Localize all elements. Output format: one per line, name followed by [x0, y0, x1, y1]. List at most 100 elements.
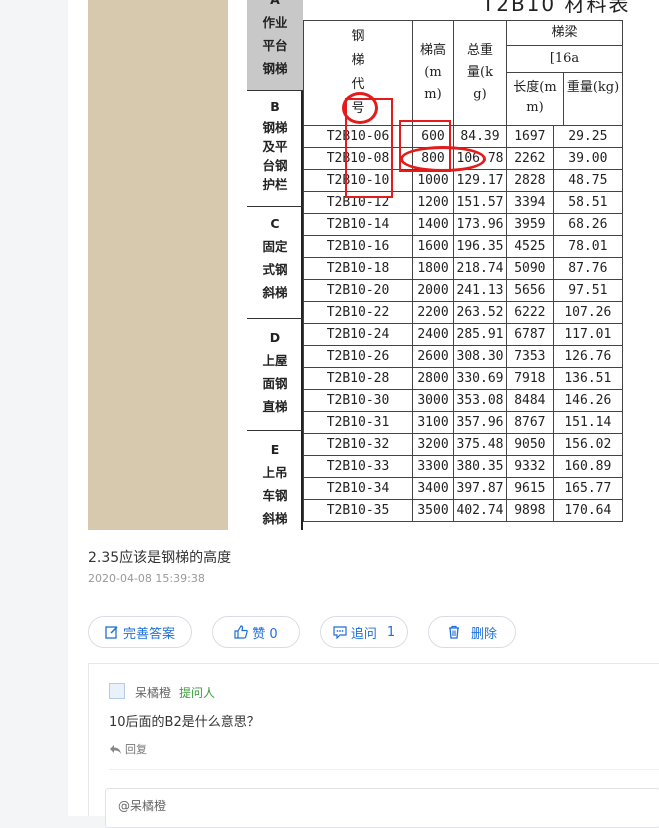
- table-cell: 136.51: [552, 367, 624, 390]
- table-cell: 156.02: [552, 433, 624, 456]
- improve-answer-button[interactable]: 完善答案: [88, 616, 192, 648]
- table-cell: 5090: [506, 257, 554, 280]
- like-button[interactable]: 赞 0: [212, 616, 300, 648]
- category-line: 车钢: [262, 488, 288, 503]
- table-cell: 3000: [412, 389, 454, 412]
- category-d: D 上屋 面钢 直梯: [247, 326, 303, 418]
- table-cell: 2400: [412, 323, 454, 346]
- table-cell: T2B10-24: [303, 323, 413, 346]
- table-cell: T2B10-16: [303, 235, 413, 258]
- table-cell: 8767: [506, 411, 554, 434]
- header-beam-text: 梯梁: [551, 25, 578, 40]
- category-a: A 作业 平台 钢梯: [247, 0, 303, 90]
- table-cell: 3500: [412, 499, 454, 522]
- table-cell: 68.26: [552, 213, 624, 236]
- reply-link[interactable]: 回复: [109, 741, 147, 757]
- table-cell: 1200: [412, 191, 454, 214]
- table-cell: T2B10-22: [303, 301, 413, 324]
- followup-button[interactable]: 追问 1: [320, 616, 408, 648]
- like-label: 赞 0: [252, 626, 278, 642]
- table-cell: 380.35: [453, 455, 507, 478]
- table-cell: 196.35: [453, 235, 507, 258]
- left-gutter: [0, 0, 68, 816]
- table-cell: 285.91: [453, 323, 507, 346]
- table-cell: 146.26: [552, 389, 624, 412]
- category-line: 面钢: [262, 376, 288, 391]
- table-row: T2B10-22 2200 263.52 6222 107.26: [303, 301, 624, 324]
- thumbs-up-icon: [234, 625, 249, 639]
- answer-image[interactable]: T2B10 材料表 A 作业 平台 钢梯 B 钢梯 及平 台钢 护栏 C 固定 …: [88, 0, 659, 530]
- reply-input[interactable]: @呆橘橙: [105, 788, 659, 828]
- table-cell: 170.64: [552, 499, 624, 522]
- reply-label: 回复: [125, 743, 147, 756]
- delete-button[interactable]: 删除: [428, 616, 516, 648]
- table-cell: 9332: [506, 455, 554, 478]
- header-beam: 梯梁: [506, 20, 623, 46]
- category-letter: D: [269, 330, 281, 345]
- table-row: T2B10-35 3500 402.74 9898 170.64: [303, 499, 624, 522]
- table-cell: T2B10-31: [303, 411, 413, 434]
- category-line: 台钢: [262, 158, 288, 173]
- table-cell: T2B10-26: [303, 345, 413, 368]
- category-separator: [247, 90, 303, 91]
- table-cell: 173.96: [453, 213, 507, 236]
- table-row: T2B10-16 1600 196.35 4525 78.01: [303, 235, 624, 258]
- table-cell: 58.51: [552, 191, 624, 214]
- edit-icon: [105, 626, 118, 639]
- category-line: 护栏: [262, 177, 288, 192]
- table-cell: 129.17: [453, 169, 507, 192]
- category-separator: [247, 430, 303, 431]
- table-cell: 3394: [506, 191, 554, 214]
- header-weight-text: 总重量(kg): [467, 43, 494, 102]
- comment-thread: 呆橘橙 提问人 10后面的B2是什么意思？ 回复 @呆橘橙: [88, 663, 659, 828]
- table-cell: 1600: [412, 235, 454, 258]
- table-cell: 397.87: [453, 477, 507, 500]
- table-cell: 3959: [506, 213, 554, 236]
- table-cell: 9050: [506, 433, 554, 456]
- table-row: T2B10-20 2000 241.13 5656 97.51: [303, 279, 624, 302]
- table-cell: 151.14: [552, 411, 624, 434]
- followup-label: 追问: [350, 626, 377, 642]
- table-cell: 107.26: [552, 301, 624, 324]
- improve-answer-label: 完善答案: [122, 626, 175, 642]
- header-length: 长度(mm): [507, 73, 564, 125]
- category-letter: A: [247, 0, 303, 11]
- table-cell: 160.89: [552, 455, 624, 478]
- category-line: 上吊: [262, 465, 288, 480]
- table-cell: 263.52: [453, 301, 507, 324]
- table-cell: 165.77: [552, 477, 624, 500]
- table-cell: T2B10-28: [303, 367, 413, 390]
- answer-timestamp: 2020-04-08 15:39:38: [88, 572, 205, 585]
- table-row: T2B10-30 3000 353.08 8484 146.26: [303, 389, 624, 412]
- table-cell: 29.25: [552, 125, 624, 148]
- table-cell: 330.69: [453, 367, 507, 390]
- header-beam-sub: [16a 长度(mm) 重量(kg): [506, 45, 623, 126]
- table-cell: 6222: [506, 301, 554, 324]
- table-cell: 117.01: [552, 323, 624, 346]
- table-cell: 1697: [506, 125, 554, 148]
- header-beam-weight: 重量(kg): [566, 80, 620, 95]
- table-cell: T2B10-20: [303, 279, 413, 302]
- category-letter: B: [270, 99, 280, 114]
- category-separator: [247, 318, 303, 319]
- comment-text: 10后面的B2是什么意思？: [109, 715, 260, 730]
- table-cell: T2B10-33: [303, 455, 413, 478]
- table-cell: 151.57: [453, 191, 507, 214]
- followup-count: 1: [386, 624, 396, 640]
- category-line: 式钢: [262, 262, 288, 277]
- category-line: 固定: [262, 239, 288, 254]
- image-background-left: [88, 0, 228, 530]
- comment-username[interactable]: 呆橘橙: [135, 684, 171, 701]
- table-cell: 3400: [412, 477, 454, 500]
- table-cell: 4525: [506, 235, 554, 258]
- category-b: B 钢梯 及平 台钢 护栏: [247, 95, 303, 194]
- avatar[interactable]: [109, 683, 125, 699]
- category-line: 作业: [262, 15, 288, 30]
- table-cell: 7918: [506, 367, 554, 390]
- category-letter: C: [270, 216, 280, 231]
- table-cell: 3300: [412, 455, 454, 478]
- table-cell: 2200: [412, 301, 454, 324]
- table-row: T2B10-14 1400 173.96 3959 68.26: [303, 213, 624, 236]
- table-cell: 2828: [506, 169, 554, 192]
- table-row: T2B10-31 3100 357.96 8767 151.14: [303, 411, 624, 434]
